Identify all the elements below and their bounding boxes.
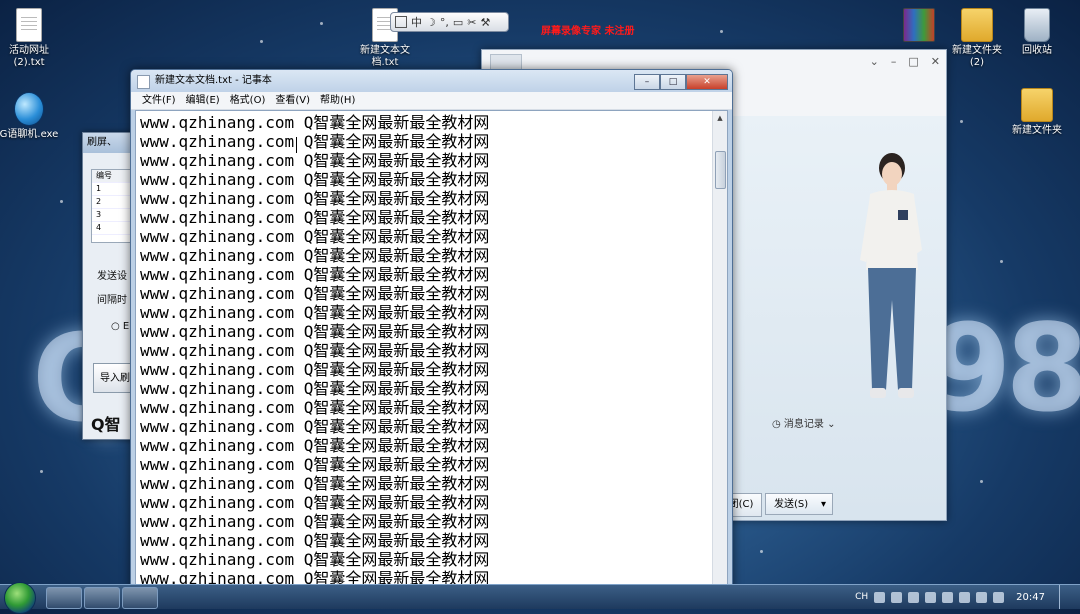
text-line: www.qzhinang.com Q智囊全网最新最全教材网 bbox=[140, 341, 490, 360]
text-line: www.qzhinang.com Q智囊全网最新最全教材网 bbox=[140, 170, 490, 189]
ime-toolbar[interactable]: 中 ☽ °, ▭ ✂ ⚒ bbox=[390, 12, 509, 32]
message-history-button[interactable]: ◷ 消息记录 ⌄ bbox=[772, 415, 836, 430]
flag-icon[interactable] bbox=[976, 591, 988, 603]
menu-view[interactable]: 查看(V) bbox=[270, 92, 315, 109]
character-avatar-figure bbox=[860, 153, 922, 398]
window-title: 新建文本文档.txt - 记事本 bbox=[155, 75, 272, 86]
punctuation-icon[interactable]: °, bbox=[440, 16, 449, 29]
qq-icon[interactable] bbox=[908, 591, 920, 603]
notepad-icon bbox=[137, 75, 150, 89]
tools-icon[interactable]: ✂ bbox=[467, 16, 476, 29]
text-line: www.qzhinang.com Q智囊全网最新最全教材网 bbox=[140, 360, 490, 379]
maximize-button[interactable]: □ bbox=[660, 74, 686, 90]
language-indicator[interactable]: CH bbox=[855, 592, 868, 602]
network-icon[interactable] bbox=[942, 591, 954, 603]
desktop-icon-folder[interactable]: 新建文件夹 bbox=[1002, 88, 1072, 137]
text-line: www.qzhinang.com Q智囊全网最新最全教材网 bbox=[140, 265, 490, 284]
text-line: www.qzhinang.com Q智囊全网最新最全教材网 bbox=[140, 151, 490, 170]
shield-icon[interactable] bbox=[959, 591, 971, 603]
clock-icon: ◷ bbox=[772, 419, 781, 430]
menu-file[interactable]: 文件(F) bbox=[137, 92, 181, 109]
text-caret bbox=[296, 137, 297, 153]
text-line: www.qzhinang.com Q智囊全网最新最全教材网 bbox=[140, 113, 490, 132]
menu-edit[interactable]: 编辑(E) bbox=[181, 92, 225, 109]
text-editor[interactable]: www.qzhinang.com Q智囊全网最新最全教材网 www.qzhinan… bbox=[135, 110, 728, 590]
text-line: www.qzhinang.com Q智囊全网最新最全教材网 bbox=[140, 436, 490, 455]
menu-format[interactable]: 格式(O) bbox=[225, 92, 271, 109]
start-button[interactable] bbox=[4, 582, 36, 614]
desktop-icon-g-exe[interactable]: G语聊机.exe bbox=[0, 92, 64, 141]
send-button[interactable]: 发送(S) ▾ bbox=[765, 493, 833, 515]
menu-bar: 文件(F) 编辑(E) 格式(O) 查看(V) 帮助(H) bbox=[131, 92, 732, 110]
keyboard-icon[interactable]: ▭ bbox=[453, 16, 463, 29]
globe-app-icon bbox=[14, 92, 44, 126]
help-icon[interactable] bbox=[891, 591, 903, 603]
ime-tray-icon[interactable] bbox=[874, 591, 886, 603]
minimize-icon[interactable]: – bbox=[891, 55, 897, 68]
text-line: www.qzhinang.com Q智囊全网最新最全教材网 bbox=[140, 417, 490, 436]
text-line: www.qzhinang.com Q智囊全网最新最全教材网 bbox=[140, 550, 490, 569]
text-line: www.qzhinang.com Q智囊全网最新最全教材网 bbox=[140, 227, 490, 246]
monitor-icon[interactable] bbox=[993, 591, 1005, 603]
chat-window-controls: ⌄ – □ ✕ bbox=[870, 55, 940, 68]
wallpaper-deco-right: 98 bbox=[928, 300, 1080, 439]
text-line: www.qzhinang.com Q智囊全网最新最全教材网 bbox=[140, 493, 490, 512]
text-line: www.qzhinang.com Q智囊全网最新最全教材网 bbox=[140, 303, 490, 322]
text-line: www.qzhinang.com Q智囊全网最新最全教材网 bbox=[140, 398, 490, 417]
maximize-icon[interactable]: □ bbox=[908, 55, 918, 68]
recorder-watermark: 屏幕录像专家 未注册 bbox=[541, 26, 635, 37]
brand-text: Q智 bbox=[91, 415, 121, 434]
wrench-icon[interactable]: ⚒ bbox=[481, 16, 491, 29]
taskbar: CH 20:47 bbox=[0, 582, 1080, 614]
volume-icon[interactable] bbox=[925, 591, 937, 603]
moon-icon[interactable]: ☽ bbox=[426, 16, 436, 29]
desktop-icon-recycle-bin[interactable]: 回收站 bbox=[1002, 8, 1072, 57]
scroll-up-icon[interactable]: ▲ bbox=[713, 111, 727, 125]
chevron-down-icon[interactable]: ⌄ bbox=[870, 55, 879, 68]
system-tray: CH 20:47 bbox=[855, 585, 1080, 609]
notepad-titlebar[interactable]: 新建文本文档.txt - 记事本 – □ ✕ bbox=[131, 70, 732, 92]
folder-icon bbox=[961, 8, 993, 42]
chevron-down-icon[interactable]: ▾ bbox=[821, 494, 826, 516]
text-line: www.qzhinang.com Q智囊全网最新最全教材网 bbox=[140, 379, 490, 398]
show-desktop-button[interactable] bbox=[1059, 585, 1070, 609]
scroll-thumb[interactable] bbox=[715, 151, 726, 189]
interval-label: 间隔时 bbox=[97, 295, 127, 306]
folder-icon bbox=[1021, 88, 1053, 122]
editor-text[interactable]: www.qzhinang.com Q智囊全网最新最全教材网 www.qzhinan… bbox=[140, 113, 489, 588]
text-line: www.qzhinang.com Q智囊全网最新最全教材网 bbox=[140, 322, 490, 341]
desktop-icon-huodong-txt[interactable]: 活动网址 (2).txt bbox=[0, 8, 64, 69]
close-icon[interactable]: ✕ bbox=[931, 55, 940, 68]
menu-help[interactable]: 帮助(H) bbox=[315, 92, 360, 109]
text-file-icon bbox=[16, 8, 42, 42]
recycle-bin-icon bbox=[1024, 8, 1050, 42]
text-line: www.qzhinang.com Q智囊全网最新最全教材网 bbox=[140, 474, 490, 493]
send-settings-label: 发送设 bbox=[97, 271, 127, 282]
chevron-down-icon: ⌄ bbox=[827, 419, 836, 430]
text-line: www.qzhinang.com Q智囊全网最新最全教材网 bbox=[140, 208, 490, 227]
taskbar-button-explorer[interactable] bbox=[46, 587, 82, 609]
text-line: www.qzhinang.com Q智囊全网最新最全教材网 bbox=[140, 455, 490, 474]
close-button[interactable]: ✕ bbox=[686, 74, 728, 90]
clock[interactable]: 20:47 bbox=[1016, 592, 1045, 603]
text-line: www.qzhinang.com Q智囊全网最新最全教材网 bbox=[140, 132, 490, 151]
text-line: www.qzhinang.com Q智囊全网最新最全教材网 bbox=[140, 246, 490, 265]
taskbar-button-app[interactable] bbox=[84, 587, 120, 609]
notepad-window[interactable]: 新建文本文档.txt - 记事本 – □ ✕ 文件(F) 编辑(E) 格式(O)… bbox=[130, 69, 733, 591]
ime-logo-icon[interactable] bbox=[395, 16, 407, 28]
minimize-button[interactable]: – bbox=[634, 74, 660, 90]
winrar-icon bbox=[903, 8, 935, 42]
text-line: www.qzhinang.com Q智囊全网最新最全教材网 bbox=[140, 512, 490, 531]
vertical-scrollbar[interactable]: ▲ bbox=[712, 111, 727, 589]
ime-mode[interactable]: 中 bbox=[411, 14, 422, 30]
radio-option[interactable]: ○ E bbox=[111, 321, 129, 332]
taskbar-button-notepad[interactable] bbox=[122, 587, 158, 609]
text-line: www.qzhinang.com Q智囊全网最新最全教材网 bbox=[140, 189, 490, 208]
text-line: www.qzhinang.com Q智囊全网最新最全教材网 bbox=[140, 284, 490, 303]
text-line: www.qzhinang.com Q智囊全网最新最全教材网 bbox=[140, 531, 490, 550]
